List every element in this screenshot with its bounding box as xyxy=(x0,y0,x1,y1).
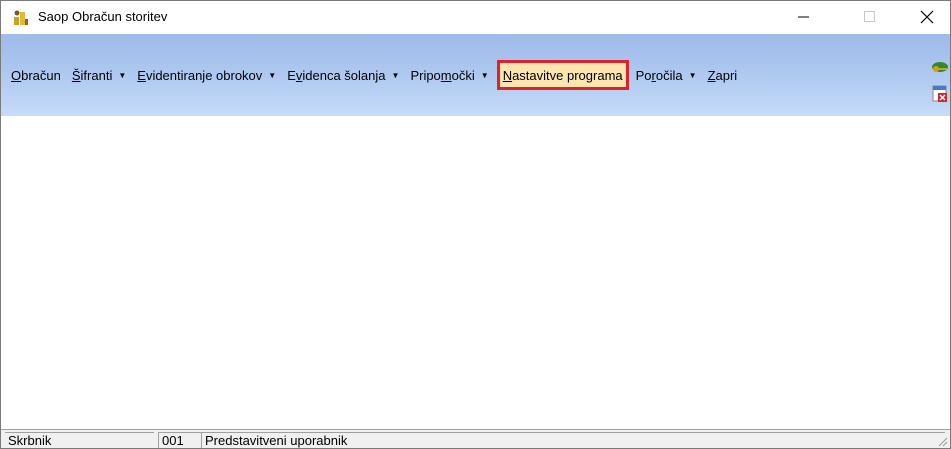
status-user-name: Predstavitveni uporabnik xyxy=(201,432,945,448)
menu-sifranti[interactable]: Šifranti ▼ xyxy=(68,64,130,86)
main-menu: Obračun Šifranti ▼ Evidentiranje obrokov… xyxy=(7,60,744,90)
saop-app-icon xyxy=(12,8,30,26)
menu-pripomocki[interactable]: Pripo m očki ▼ xyxy=(406,64,492,86)
maximize-button[interactable] xyxy=(847,1,893,33)
menu-evidenca-label: idenca šolanja xyxy=(302,67,386,83)
menu-pripomocki-label: očki xyxy=(451,67,475,83)
mdi-workspace xyxy=(1,116,950,429)
main-window: Saop Obračun storitev Obračun Šifranti ▼… xyxy=(0,0,951,449)
chevron-down-icon: ▼ xyxy=(391,70,400,80)
menu-zapri-mnemonic: Z xyxy=(707,67,716,83)
menu-pripomocki-mnemonic: m xyxy=(440,67,452,83)
menu-sifranti-mnemonic: Š xyxy=(71,67,81,83)
chevron-down-icon: ▼ xyxy=(688,70,697,80)
menu-sifranti-label: ifranti xyxy=(80,67,113,83)
menu-porocila-label: očila xyxy=(655,67,683,83)
menu-obracun[interactable]: Obračun xyxy=(7,64,65,86)
window-title: Saop Obračun storitev xyxy=(38,9,168,24)
status-bar: Skrbnik 001 Predstavitveni uporabnik xyxy=(1,429,950,448)
close-window-icon[interactable] xyxy=(931,85,949,103)
menu-obracun-mnemonic: O xyxy=(11,67,22,83)
title-bar[interactable]: Saop Obračun storitev xyxy=(1,1,950,33)
keys-icon[interactable] xyxy=(931,59,949,77)
menu-obracun-label: bračun xyxy=(21,67,61,83)
menu-evidentiranje-mnemonic: E xyxy=(137,67,146,83)
resize-grip-icon[interactable] xyxy=(936,435,948,447)
close-button[interactable] xyxy=(904,1,950,33)
menu-zapri-label: apri xyxy=(715,67,738,83)
menu-evidentiranje-label: videntiranje obrokov xyxy=(145,67,263,83)
menu-nastavitve-label: astavitve programa xyxy=(512,67,623,83)
status-user-role: Skrbnik xyxy=(5,432,154,448)
menu-nastavitve-programa[interactable]: Nastavitve programa xyxy=(496,60,629,90)
menubar-strip xyxy=(1,34,950,55)
menu-porocila[interactable]: Po r očila ▼ xyxy=(632,64,701,86)
status-user-code: 001 xyxy=(158,432,202,448)
menu-pripomocki-prefix: Pripo xyxy=(410,67,441,83)
menu-zapri[interactable]: Zapri xyxy=(704,64,742,86)
menu-evidentiranje-obrokov[interactable]: Evidentiranje obrokov ▼ xyxy=(133,64,280,86)
menu-evidenca-solanja[interactable]: Ev idenca šolanja ▼ xyxy=(283,64,403,86)
menu-porocila-prefix: Po xyxy=(635,67,652,83)
maximize-icon xyxy=(864,11,875,22)
chevron-down-icon: ▼ xyxy=(480,70,489,80)
chevron-down-icon: ▼ xyxy=(268,70,277,80)
close-icon xyxy=(920,10,934,24)
chevron-down-icon: ▼ xyxy=(118,70,127,80)
minimize-icon xyxy=(798,16,809,18)
menu-evidenca-prefix: E xyxy=(287,67,296,83)
menubar-right-icons xyxy=(931,59,949,109)
menu-nastavitve-mnemonic: N xyxy=(502,67,513,83)
minimize-button[interactable] xyxy=(781,1,827,33)
